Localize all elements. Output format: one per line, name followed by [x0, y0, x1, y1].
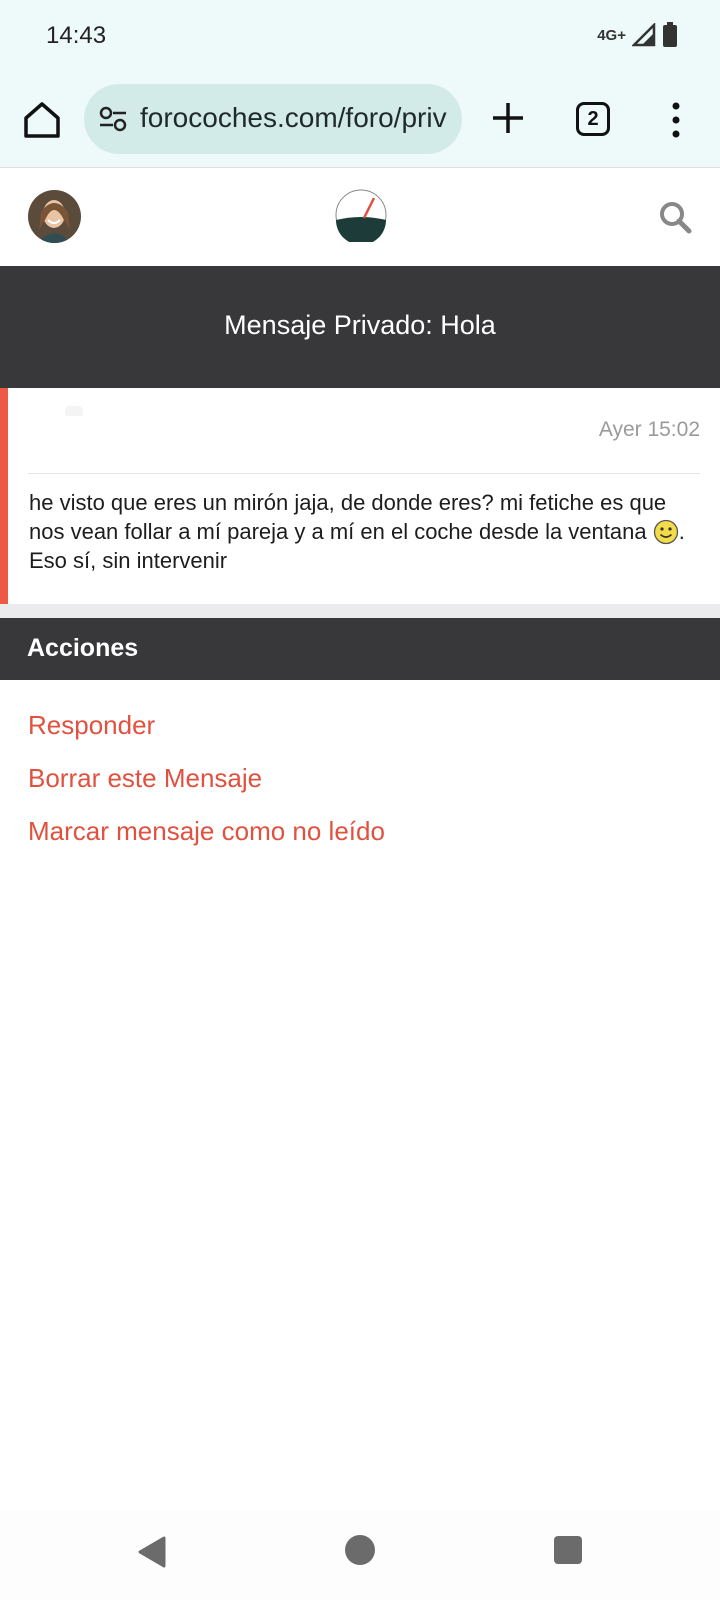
reply-link[interactable]: Responder [28, 710, 155, 741]
message-text: he visto que eres un mirón jaja, de dond… [29, 490, 667, 544]
actions-title: Acciones [27, 634, 139, 662]
smiley-icon [653, 519, 678, 545]
page-title-band: Mensaje Privado: Hola [0, 266, 720, 388]
page-title: Mensaje Privado: Hola [224, 310, 496, 340]
tab-switcher-button[interactable]: 2 [576, 102, 610, 136]
actions-header: Acciones [0, 618, 720, 680]
status-bar: 14:43 4G+ [0, 0, 720, 70]
unread-stripe [0, 388, 8, 604]
url-text[interactable]: forocoches.com/foro/priv [140, 102, 447, 134]
search-icon[interactable] [658, 200, 692, 234]
sender-redacted [28, 406, 208, 446]
system-nav-bar [0, 1510, 720, 1600]
forocoches-logo[interactable] [334, 188, 388, 242]
back-icon[interactable] [136, 1534, 168, 1570]
message-divider [28, 473, 700, 474]
delete-message-link[interactable]: Borrar este Mensaje [28, 763, 262, 794]
message-date: Ayer 15:02 [598, 418, 700, 441]
new-tab-icon[interactable] [488, 98, 528, 138]
recents-icon[interactable] [554, 1536, 582, 1564]
site-settings-icon[interactable] [98, 106, 128, 132]
more-options-icon[interactable] [664, 98, 688, 142]
message-body: he visto que eres un mirón jaja, de dond… [29, 488, 699, 575]
status-icons: 4G+ [597, 22, 678, 48]
home-nav-icon[interactable] [345, 1535, 375, 1565]
mark-unread-link[interactable]: Marcar mensaje como no leído [28, 816, 385, 847]
section-gap [0, 604, 720, 618]
private-message: Ayer 15:02 he visto que eres un mirón ja… [0, 388, 720, 604]
home-icon[interactable] [20, 98, 64, 142]
user-avatar[interactable] [28, 190, 81, 243]
address-bar[interactable]: forocoches.com/foro/priv [84, 84, 462, 154]
status-time: 14:43 [46, 22, 107, 49]
battery-icon [663, 22, 677, 47]
site-header [0, 168, 720, 266]
signal-icon [632, 23, 656, 47]
browser-toolbar: forocoches.com/foro/priv 2 [0, 70, 720, 168]
network-type: 4G+ [597, 26, 626, 44]
